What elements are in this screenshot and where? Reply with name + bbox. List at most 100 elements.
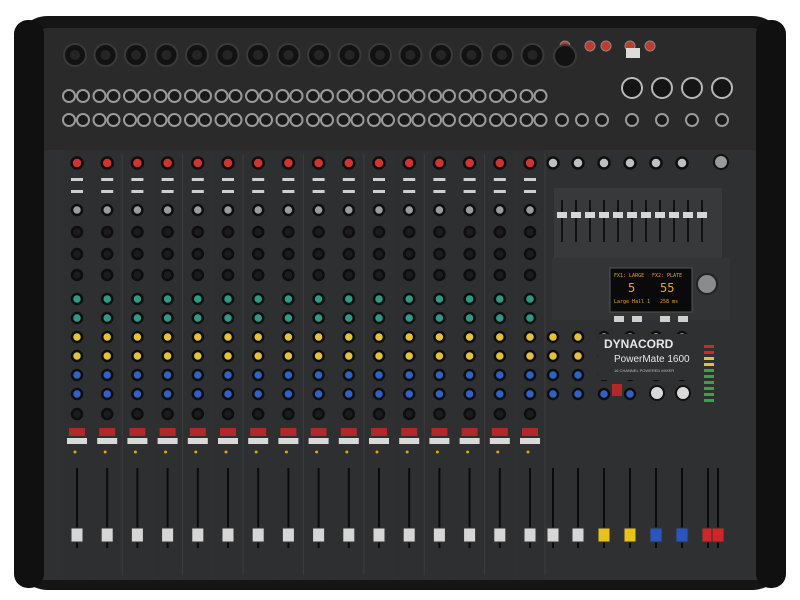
rotary-knob-icon[interactable] [571, 349, 585, 363]
mon-knob[interactable] [493, 292, 507, 306]
eq-high-knob[interactable] [131, 203, 144, 217]
mon2-knob[interactable] [100, 311, 114, 325]
eq-mid-knob[interactable] [463, 225, 476, 239]
pan-knob[interactable] [191, 407, 205, 421]
aux-knob[interactable] [251, 330, 265, 344]
rca-socket-icon[interactable] [644, 40, 656, 52]
switch-button[interactable] [433, 178, 446, 181]
rotary-knob-icon[interactable] [546, 349, 560, 363]
eq-low-knob[interactable] [131, 268, 144, 282]
switch-button[interactable] [403, 178, 416, 181]
aux2-knob[interactable] [70, 349, 84, 363]
aux-knob[interactable] [131, 330, 144, 344]
fx-knob[interactable] [493, 368, 507, 382]
aux-knob[interactable] [100, 330, 114, 344]
solo-button[interactable] [218, 438, 238, 444]
mon2-knob[interactable] [191, 311, 205, 325]
aux-knob[interactable] [161, 330, 174, 344]
eq-mid2-knob[interactable] [342, 247, 356, 261]
eq-mid2-knob[interactable] [161, 247, 174, 261]
eq-mid2-knob[interactable] [100, 247, 114, 261]
pan-knob[interactable] [402, 407, 416, 421]
mon2-knob[interactable] [312, 311, 325, 325]
gain-knob[interactable] [191, 156, 205, 170]
slider-fader-icon[interactable] [675, 527, 689, 543]
switch-button[interactable] [463, 190, 476, 193]
mon2-knob[interactable] [523, 311, 537, 325]
jack-socket-icon[interactable] [595, 113, 609, 127]
jack-socket-icon[interactable] [153, 113, 168, 127]
switch-button[interactable] [161, 178, 174, 181]
eq-mid2-knob[interactable] [282, 247, 295, 261]
fx-knob[interactable] [161, 368, 174, 382]
switch-button[interactable] [493, 178, 506, 181]
slider-fader-icon[interactable] [342, 527, 356, 543]
mon2-knob[interactable] [221, 311, 235, 325]
aux-knob[interactable] [463, 330, 476, 344]
jack-socket-icon[interactable] [575, 113, 589, 127]
gain-knob[interactable] [402, 156, 416, 170]
eq-low-knob[interactable] [161, 268, 174, 282]
pan-knob[interactable] [433, 407, 446, 421]
jack-socket-icon[interactable] [137, 89, 151, 103]
fx-knob[interactable] [312, 368, 325, 382]
eq-mid2-knob[interactable] [131, 247, 144, 261]
eq-mid2-knob[interactable] [70, 247, 84, 261]
eq-low-knob[interactable] [282, 268, 295, 282]
fx2-knob[interactable] [342, 387, 356, 401]
jack-socket-icon[interactable] [367, 113, 381, 127]
fx-knob[interactable] [100, 368, 114, 382]
pan-knob[interactable] [221, 407, 235, 421]
pan-knob[interactable] [161, 407, 174, 421]
fx2-knob[interactable] [251, 387, 265, 401]
jack-socket-icon[interactable] [198, 113, 212, 127]
mute-button[interactable] [461, 428, 478, 436]
switch-button[interactable] [312, 178, 325, 181]
eq-high-knob[interactable] [282, 203, 295, 217]
slider-fader-icon[interactable] [432, 527, 446, 543]
switch-button[interactable] [101, 190, 114, 193]
jack-socket-icon[interactable] [106, 89, 121, 103]
eq-high-knob[interactable] [251, 203, 265, 217]
rotary-knob-icon[interactable] [649, 156, 663, 170]
jack-socket-icon[interactable] [123, 113, 137, 127]
eq-mid-knob[interactable] [70, 225, 84, 239]
switch-button[interactable] [312, 190, 325, 193]
mon2-knob[interactable] [463, 311, 476, 325]
jack-socket-icon[interactable] [259, 89, 273, 103]
jack-socket-icon[interactable] [184, 89, 198, 103]
pan-knob[interactable] [282, 407, 295, 421]
switch-button[interactable] [222, 178, 234, 181]
gain-knob[interactable] [493, 156, 507, 170]
mute-button[interactable] [371, 428, 387, 436]
rotary-knob-icon[interactable] [546, 156, 560, 170]
eq-low-knob[interactable] [312, 268, 325, 282]
slider-fader-icon[interactable] [100, 527, 114, 543]
fx-knob[interactable] [251, 368, 265, 382]
master-button[interactable] [612, 384, 622, 396]
gain-knob[interactable] [281, 156, 296, 170]
aux2-knob[interactable] [131, 349, 144, 363]
eq-high-knob[interactable] [402, 203, 416, 217]
fx2-knob[interactable] [221, 387, 235, 401]
jack-socket-icon[interactable] [519, 113, 534, 127]
mute-button[interactable] [129, 428, 146, 436]
jack-socket-icon[interactable] [228, 113, 243, 127]
jack-socket-icon[interactable] [472, 113, 487, 127]
slider-fader-icon[interactable] [372, 527, 386, 543]
jack-socket-icon[interactable] [106, 113, 121, 127]
switch-button[interactable] [342, 178, 355, 181]
fx-button-4[interactable] [678, 316, 688, 322]
mon2-knob[interactable] [493, 311, 507, 325]
jack-socket-icon[interactable] [458, 113, 473, 127]
jack-socket-icon[interactable] [320, 89, 334, 103]
fx-button-1[interactable] [614, 316, 624, 322]
geq-slider[interactable] [599, 212, 609, 218]
jack-socket-icon[interactable] [350, 89, 365, 103]
jack-socket-icon[interactable] [428, 113, 442, 127]
rotary-knob-icon[interactable] [571, 330, 585, 344]
mon-knob[interactable] [402, 292, 416, 306]
geq-slider[interactable] [613, 212, 623, 218]
fx2-knob[interactable] [493, 387, 507, 401]
solo-button[interactable] [248, 438, 269, 444]
